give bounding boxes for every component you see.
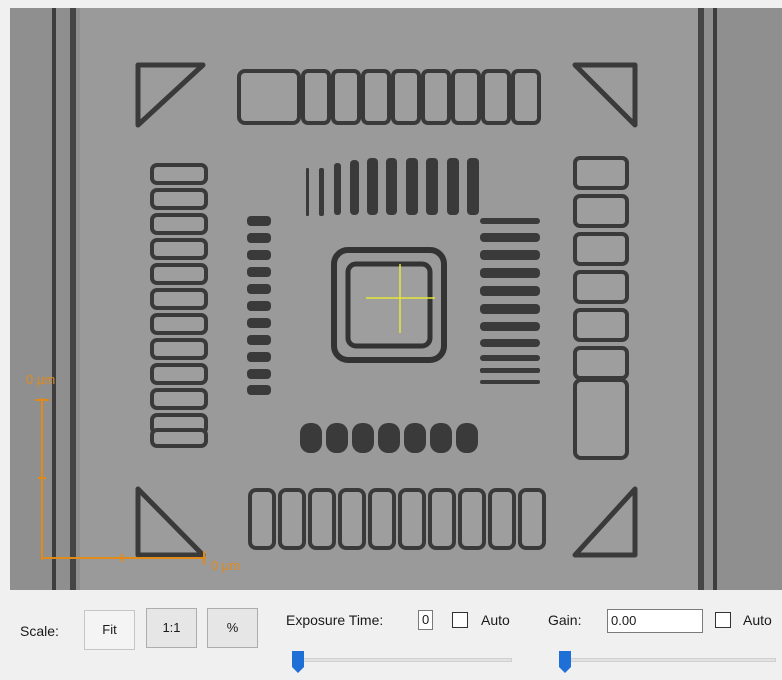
exposure-slider-thumb[interactable] xyxy=(291,650,305,674)
exposure-auto-checkbox[interactable] xyxy=(452,612,468,628)
gain-label: Gain: xyxy=(548,612,582,628)
exposure-auto-label: Auto xyxy=(481,612,510,628)
exposure-time-label: Exposure Time: xyxy=(286,612,384,628)
gain-field[interactable]: 0.00 xyxy=(607,609,703,633)
scale-y-label: 0 µm xyxy=(26,372,56,387)
exposure-slider-track[interactable] xyxy=(296,658,512,662)
calibration-target-image xyxy=(10,8,782,590)
gain-auto-label: Auto xyxy=(743,612,772,628)
scale-one-to-one-button[interactable]: 1:1 xyxy=(146,608,197,648)
scale-percent-button[interactable]: % xyxy=(207,608,258,648)
control-bar: Scale: Fit 1:1 % Exposure Time: 0 Auto G… xyxy=(0,590,782,680)
scale-label: Scale: xyxy=(20,623,59,639)
camera-image-viewer[interactable]: 0 µm 0 µm xyxy=(10,8,782,590)
gain-slider-track[interactable] xyxy=(560,658,776,662)
gain-slider-thumb[interactable] xyxy=(558,650,572,674)
gain-auto-checkbox[interactable] xyxy=(715,612,731,628)
scale-x-label: 0 µm xyxy=(211,558,241,573)
exposure-time-field[interactable]: 0 xyxy=(418,610,433,630)
scale-fit-button[interactable]: Fit xyxy=(84,610,135,650)
